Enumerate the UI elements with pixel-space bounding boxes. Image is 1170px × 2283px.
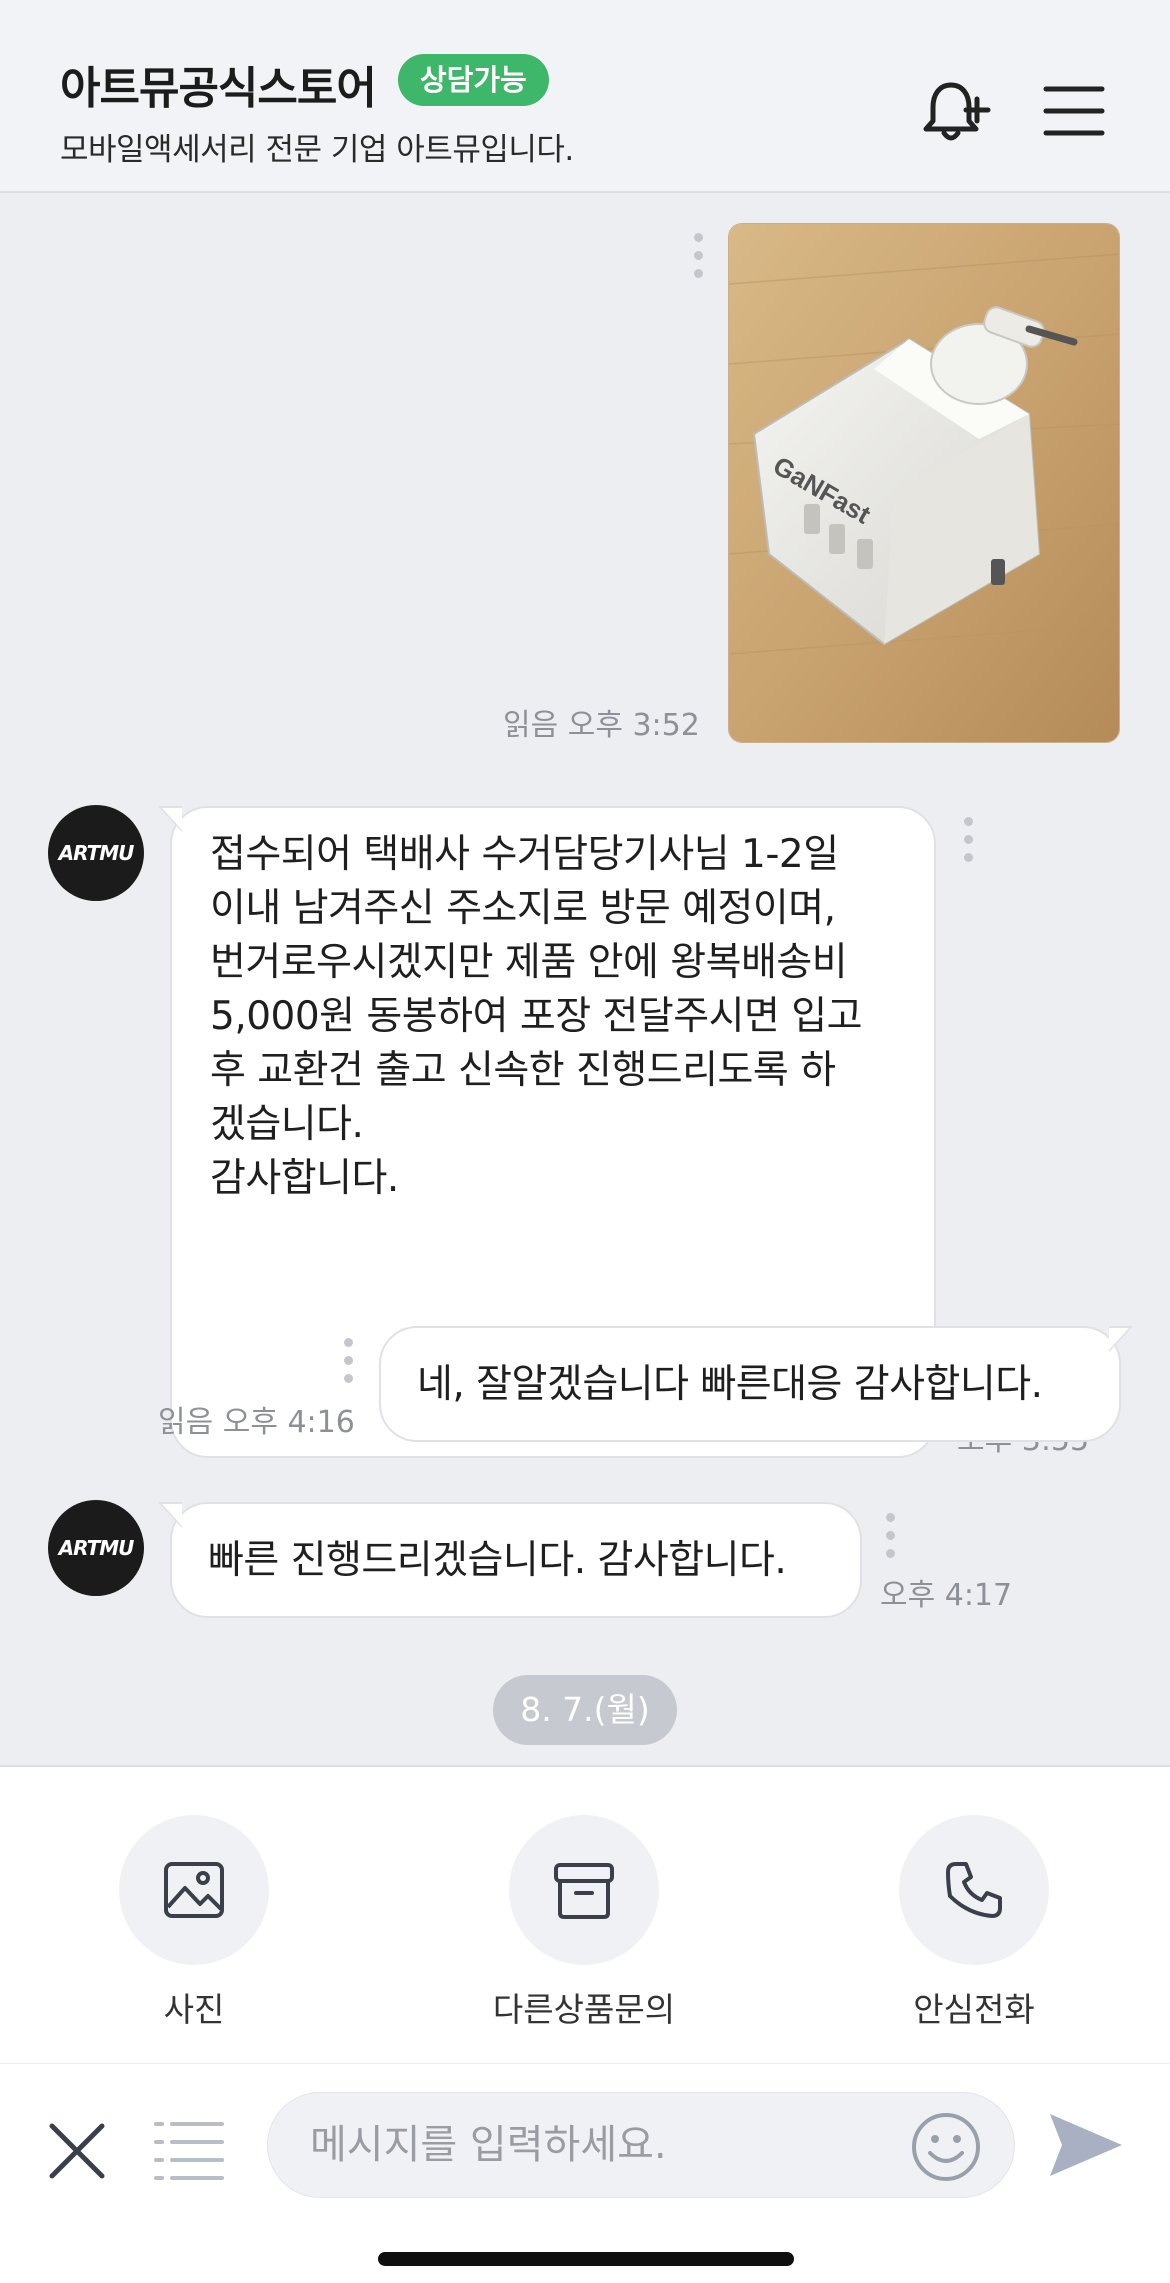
send-button[interactable] (1044, 2104, 1126, 2186)
chat-header: 아트뮤공식스토어 상담가능 모바일액세서리 전문 기업 아트뮤입니다. (0, 0, 1170, 193)
message-input-bar (0, 2063, 1170, 2283)
status-badge: 상담가능 (398, 54, 549, 106)
message-more-button[interactable] (342, 1338, 354, 1383)
message-line: 후 교환건 출고 신속한 진행드리도록 하 (210, 1048, 836, 1093)
send-icon (1050, 2114, 1122, 2176)
message-line: 5,000원 동봉하여 포장 전달주시면 입고 (210, 994, 863, 1039)
bell-plus-icon (923, 82, 991, 141)
message-meta: 읽음 오후 4:16 (158, 1405, 355, 1440)
message-line: 빠른 진행드리겠습니다. 감사합니다. (208, 1538, 787, 1583)
safe-call-button[interactable]: 안심전화 (844, 1815, 1104, 2031)
message-line: 겠습니다. (210, 1102, 364, 1147)
message-line: 네, 잘알겠습니다 빠른대응 감사합니다. (417, 1362, 1043, 1407)
store-name: 아트뮤공식스토어 (60, 63, 377, 114)
message-line: 접수되어 택배사 수거담당기사님 1-2일 (210, 832, 839, 877)
store-avatar[interactable]: ARTMU (48, 1500, 144, 1596)
emoji-button[interactable] (910, 2111, 982, 2183)
store-avatar[interactable]: ARTMU (48, 805, 144, 901)
message-input[interactable] (310, 2093, 870, 2197)
photo-action-button[interactable]: 사진 (64, 1815, 324, 2031)
message-meta: 읽음 오후 3:52 (503, 708, 700, 743)
action-label: 사진 (163, 1990, 225, 2029)
sent-photo[interactable]: GaNFast (728, 223, 1120, 743)
list-icon (154, 2122, 224, 2180)
message-line: 번거로우시겠지만 제품 안에 왕복배송비 (210, 940, 848, 985)
phone-icon (946, 1862, 1002, 1918)
menu-button[interactable] (1029, 66, 1119, 156)
image-icon (164, 1862, 224, 1918)
action-label: 안심전화 (913, 1990, 1035, 2029)
close-icon (49, 2123, 105, 2179)
close-panel-button[interactable] (44, 2118, 110, 2184)
message-meta: 오후 4:17 (880, 1578, 1013, 1613)
home-indicator (378, 2252, 794, 2266)
hamburger-icon (1043, 86, 1105, 136)
message-line: 이내 남겨주신 주소지로 방문 예정이며, (210, 886, 836, 931)
quick-reply-menu-button[interactable] (152, 2116, 226, 2186)
date-divider: 8. 7.(월) (493, 1675, 677, 1745)
message-input-container (267, 2092, 1015, 2198)
message-more-button[interactable] (962, 817, 974, 862)
attachment-panel: 사진 다른상품문의 안심전화 (0, 1765, 1170, 2063)
charger-photo: GaNFast (729, 224, 1119, 742)
message-more-button[interactable] (884, 1513, 896, 1558)
message-more-button[interactable] (692, 233, 704, 278)
other-product-inquiry-button[interactable]: 다른상품문의 (454, 1815, 714, 2031)
notification-add-button[interactable] (910, 66, 1000, 156)
box-icon (554, 1863, 614, 1919)
message-line: 감사합니다. (210, 1156, 399, 1201)
incoming-message-bubble[interactable]: 빠른 진행드리겠습니다. 감사합니다. (158, 1502, 862, 1618)
outgoing-message-bubble[interactable]: 네, 잘알겠습니다 빠른대응 감사합니다. (379, 1326, 1133, 1442)
smiley-icon (912, 2113, 980, 2181)
action-label: 다른상품문의 (492, 1990, 676, 2029)
store-description: 모바일액세서리 전문 기업 아트뮤입니다. (60, 132, 574, 168)
chat-area[interactable]: GaNFast 읽음 오후 3:52 ARTMU 접수되어 택배사 수거담당기사… (0, 195, 1170, 1765)
